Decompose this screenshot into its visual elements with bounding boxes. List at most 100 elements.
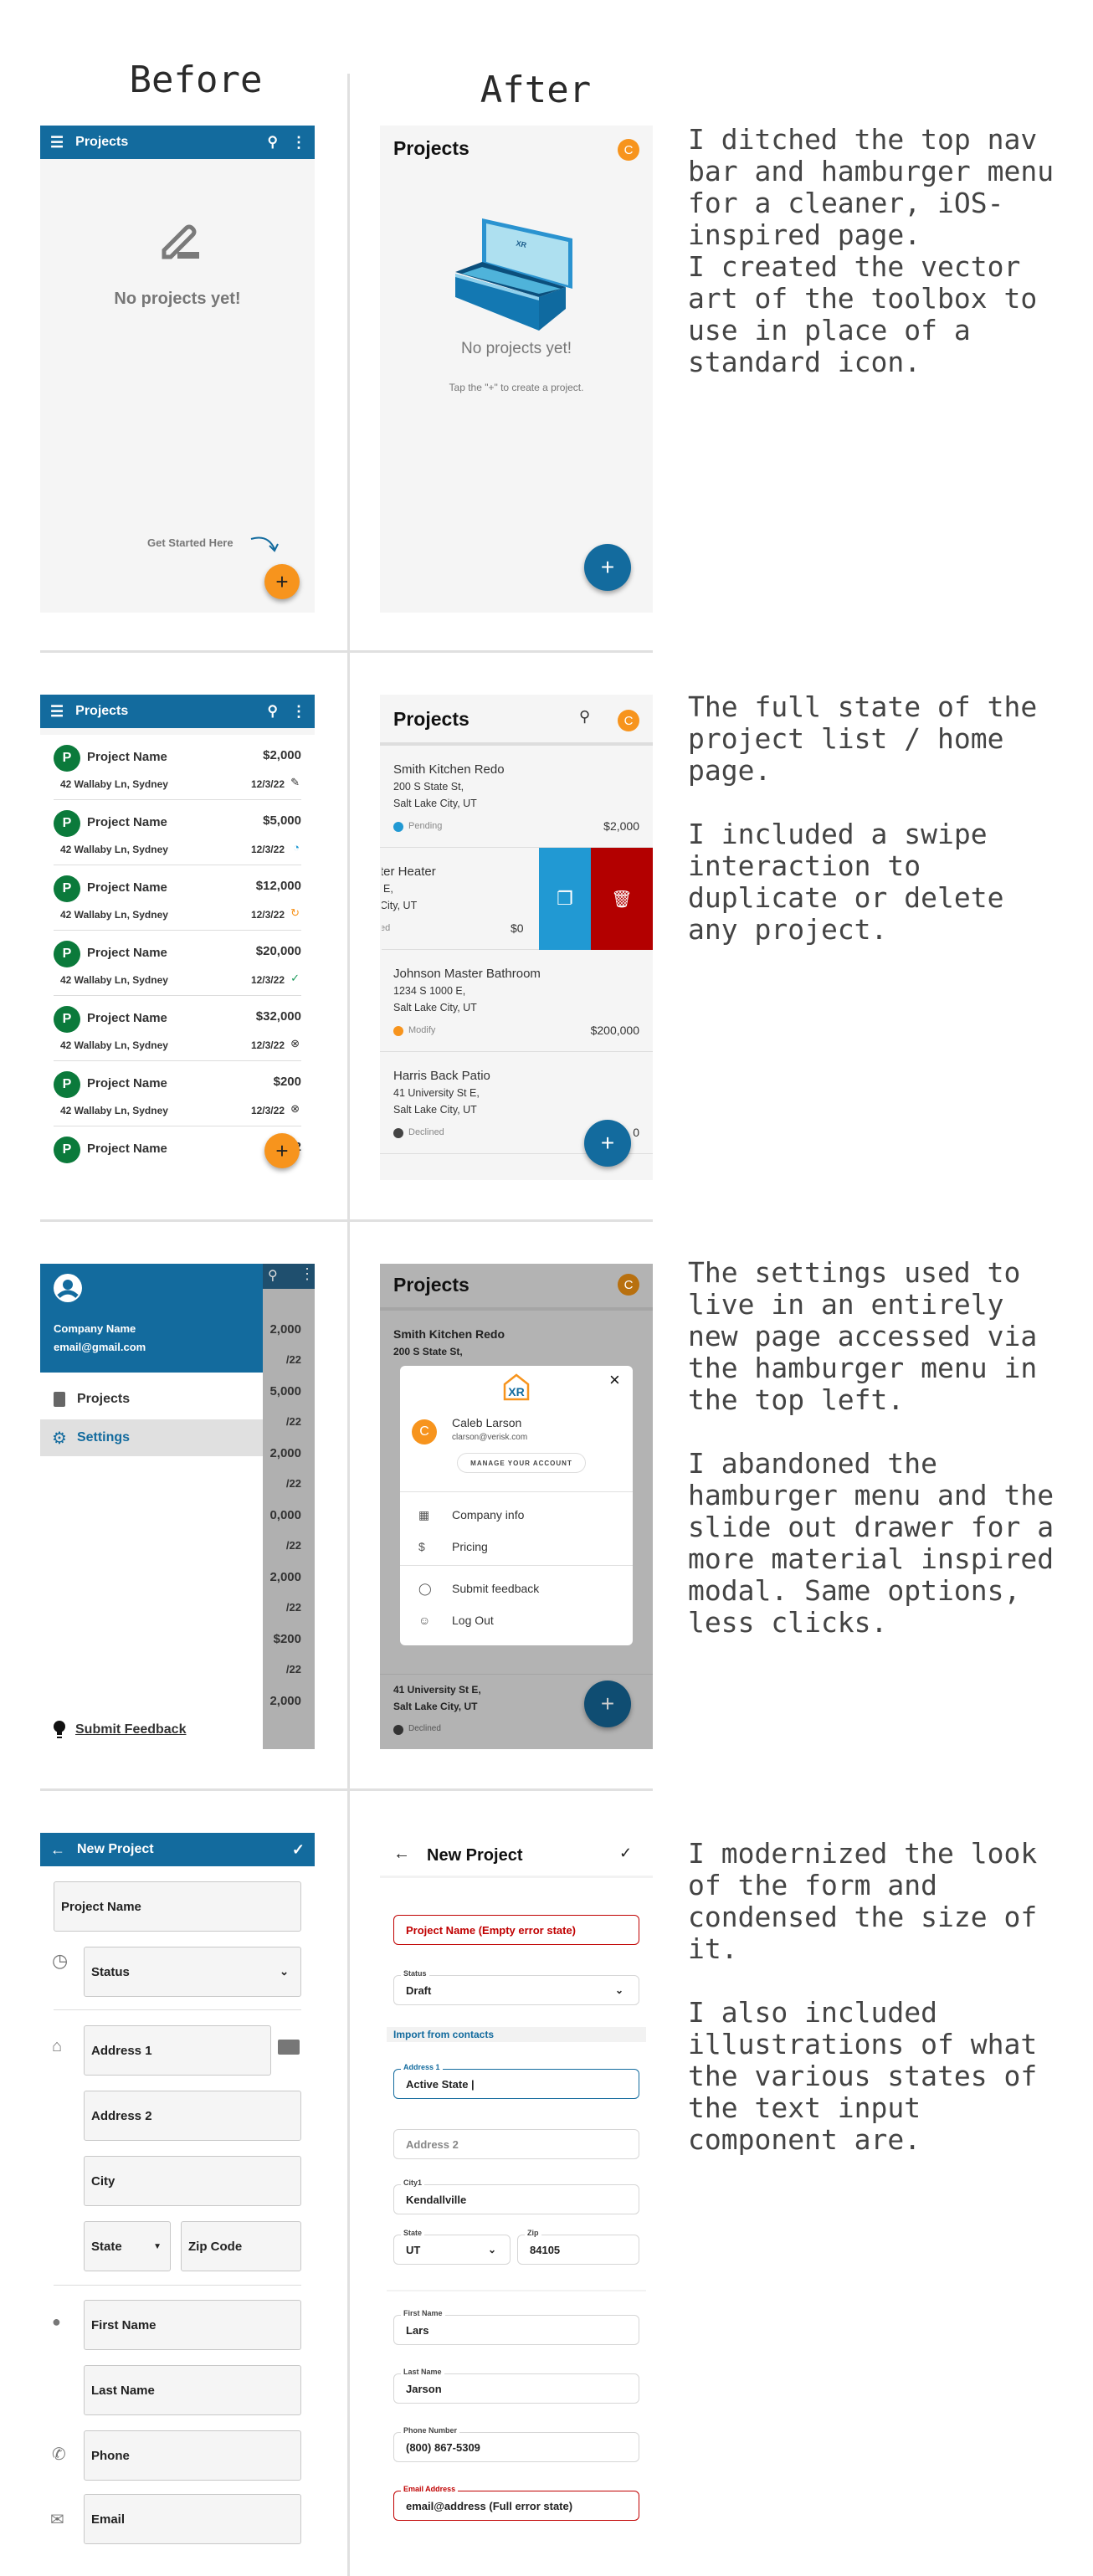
phone-field[interactable]: Phone — [84, 2430, 301, 2481]
project-card[interactable]: Smith Kitchen Redo 200 S State St, Salt La… — [380, 746, 653, 848]
hamburger-menu-icon[interactable]: ☰ — [50, 134, 64, 151]
card-address-line1: 1234 S 1000 E, — [393, 985, 466, 997]
project-name-field-error[interactable]: Project Name (Empty error state) — [393, 1915, 639, 1945]
back-arrow-icon[interactable]: ← — [50, 1841, 65, 1859]
menu-item-pricing[interactable]: $ Pricing — [400, 1533, 633, 1562]
account-modal: XR × C Caleb Larson clarson@verisk.com M… — [400, 1366, 633, 1645]
phone-field[interactable]: Phone Number (800) 867-5309 — [393, 2426, 639, 2462]
card-price: $2,000 — [603, 819, 639, 833]
address1-field[interactable]: Address 1 — [84, 2025, 271, 2076]
card-title: Johnson Master Bathroom — [393, 967, 541, 981]
submit-feedback-link[interactable]: Submit Feedback — [54, 1721, 186, 1739]
check-icon[interactable]: ✓ — [292, 1841, 305, 1859]
zip-field[interactable]: Zip 84105 — [517, 2229, 639, 2265]
card-address-line2: Salt Lake City, UT — [393, 798, 477, 809]
email-field[interactable]: Email — [84, 2494, 301, 2544]
logo-text: XR — [508, 1385, 524, 1398]
building-icon: ▦ — [418, 1508, 430, 1521]
menu-item-company-info[interactable]: ▦ Company info — [400, 1501, 633, 1530]
field-value: (800) 867-5309 — [406, 2440, 480, 2454]
header: Projects C — [380, 1264, 653, 1311]
first-name-field[interactable]: First Name — [84, 2300, 301, 2350]
pencil-icon — [162, 224, 199, 259]
drawer-header: Company Name email@gmail.com — [40, 1264, 263, 1373]
dropdown-arrow-icon: ▼ — [153, 2241, 162, 2251]
dimmed-app-bar: ⚲ ⋮ — [263, 1264, 315, 1289]
project-date: 12/3/22 — [250, 974, 285, 986]
manage-account-button[interactable]: MANAGE YOUR ACCOUNT — [457, 1453, 586, 1473]
card-title: Harris Back Patio — [393, 1069, 490, 1083]
account-avatar[interactable]: C — [618, 139, 639, 161]
swiped-card-content[interactable]: ter Heater E, City, UT ed $0 — [380, 848, 539, 950]
check-icon[interactable]: ✓ — [619, 1845, 632, 1862]
project-row[interactable]: P Project Name $200 42 Wallaby Ln, Sydney 12… — [54, 1061, 301, 1126]
project-address: 42 Wallaby Ln, Sydney — [60, 1039, 168, 1051]
project-row[interactable]: P Project Name $5,000 42 Wallaby Ln, Sydney… — [54, 800, 301, 865]
before-drawer-screen: ⚲ ⋮ 2,000/22 5,000/22 2,000/22 0,000/22 2,00… — [40, 1264, 315, 1749]
contact-card-icon[interactable] — [278, 2040, 300, 2055]
more-vert-icon[interactable]: ⋮ — [291, 134, 306, 151]
after-settings-modal-screen: Projects C Smith Kitchen Redo 200 S Stat… — [380, 1264, 653, 1749]
first-name-field[interactable]: First Name Lars — [393, 2309, 639, 2345]
dimmed-list-text: /22 — [285, 1477, 301, 1490]
import-from-contacts-link[interactable]: Import from contacts — [387, 2027, 646, 2042]
field-label: Status — [401, 1969, 429, 1978]
hamburger-menu-icon[interactable]: ☰ — [50, 703, 64, 721]
project-row[interactable]: P Project Name $20,000 42 Wallaby Ln, Sydne… — [54, 931, 301, 996]
arrow-icon — [250, 536, 279, 552]
card-address: 200 S State St, — [393, 1346, 463, 1357]
delete-button[interactable]: 🗑 — [591, 848, 653, 950]
project-card[interactable]: ter Heater E, City, UT ed $0 ❐ 🗑 — [380, 848, 653, 950]
drawer-item-projects[interactable]: Projects — [40, 1383, 263, 1416]
state-select[interactable]: State UT ⌄ — [393, 2229, 511, 2265]
status-label: Status — [91, 1964, 130, 1979]
project-card[interactable]: Johnson Master Bathroom 1234 S 1000 E, Sal… — [380, 950, 653, 1052]
card-address-line2: Salt Lake City, UT — [393, 1104, 477, 1116]
status-select[interactable]: Status ⌄ — [84, 1947, 301, 1997]
account-avatar[interactable]: C — [618, 710, 639, 731]
x-circle-icon — [393, 1725, 403, 1735]
account-icon — [54, 1274, 82, 1302]
project-row[interactable]: P Project Name $2,000 42 Wallaby Ln, Sydney… — [54, 735, 301, 800]
back-arrow-icon[interactable]: ← — [393, 1845, 410, 1864]
close-icon[interactable]: × — [609, 1369, 620, 1391]
search-icon[interactable]: ⚲ — [579, 708, 590, 726]
more-vert-icon[interactable]: ⋮ — [291, 703, 306, 721]
project-name-field[interactable]: Project Name — [54, 1881, 301, 1932]
add-project-fab[interactable]: + — [584, 1120, 631, 1167]
duplicate-button[interactable]: ❐ — [539, 848, 591, 950]
card-price: $200,000 — [590, 1024, 639, 1037]
address2-field[interactable]: Address 2 — [393, 2129, 639, 2159]
zip-field[interactable]: Zip Code — [181, 2221, 301, 2271]
menu-item-log-out[interactable]: ☺ Log Out — [400, 1607, 633, 1635]
city-field[interactable]: City — [84, 2156, 301, 2206]
state-select[interactable]: State ▼ — [84, 2221, 171, 2271]
clock-icon — [393, 822, 403, 832]
field-value: Jarson — [406, 2382, 442, 2395]
status-select[interactable]: Status Draft ⌄ — [393, 1969, 639, 2005]
account-avatar[interactable]: C — [618, 1274, 639, 1296]
city-field[interactable]: City1 Kendallville — [393, 2178, 639, 2214]
project-avatar: P — [54, 1071, 80, 1098]
add-project-fab[interactable]: + — [584, 544, 631, 591]
address1-field-active[interactable]: Address 1 Active State | — [393, 2063, 639, 2099]
submit-feedback-label: Submit Feedback — [75, 1722, 187, 1737]
status-value: Draft — [406, 1983, 432, 1997]
add-project-fab[interactable]: + — [264, 1133, 300, 1168]
x-circle-icon: ⊗ — [290, 1037, 300, 1049]
drawer-item-label: Settings — [76, 1430, 131, 1445]
last-name-field[interactable]: Last Name Jarson — [393, 2368, 639, 2404]
project-row[interactable]: P Project Name $32,000 42 Wallaby Ln, Sydne… — [54, 996, 301, 1061]
clip — [380, 848, 382, 950]
menu-item-submit-feedback[interactable]: ◯ Submit feedback — [400, 1575, 633, 1604]
field-value: 84105 — [530, 2243, 561, 2256]
last-name-field[interactable]: Last Name — [84, 2365, 301, 2415]
add-project-fab[interactable]: + — [264, 564, 300, 599]
email-field-error[interactable]: Email Address email@address (Full error s… — [393, 2485, 639, 2521]
state-label: State — [91, 2239, 122, 2254]
drawer-item-settings[interactable]: ⚙ Settings — [40, 1419, 263, 1456]
search-icon[interactable]: ⚲ — [268, 703, 278, 720]
project-row[interactable]: P Project Name $12,000 42 Wallaby Ln, Sydne… — [54, 865, 301, 931]
address2-field[interactable]: Address 2 — [84, 2091, 301, 2141]
search-icon[interactable]: ⚲ — [268, 134, 278, 151]
